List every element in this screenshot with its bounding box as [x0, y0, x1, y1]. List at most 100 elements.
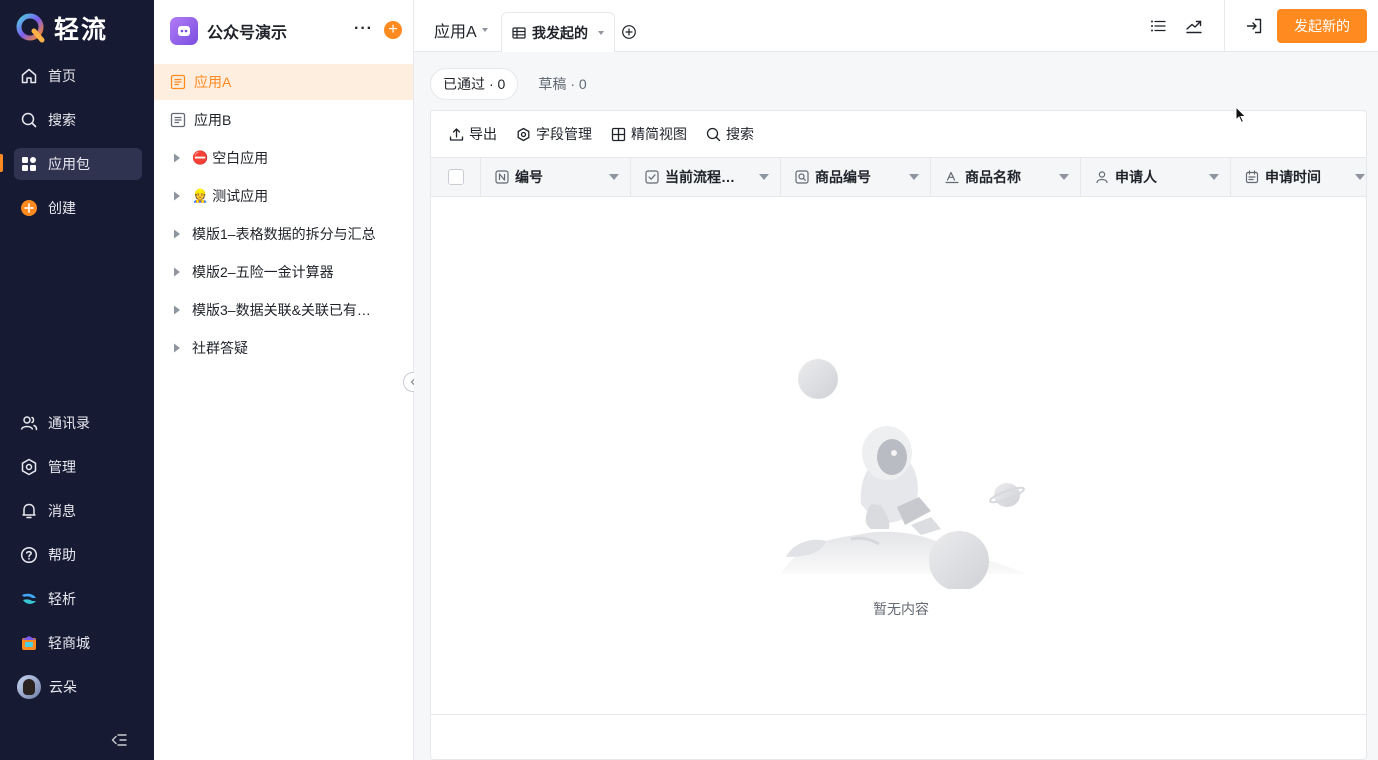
tree-group-blank-app[interactable]: ⛔ 空白应用	[154, 140, 413, 176]
tree-item-label: 应用A	[194, 74, 232, 90]
tree-group-template-3[interactable]: 模版3–数据关联&关联已有…	[154, 292, 413, 328]
tree-group-template-1[interactable]: 模版1–表格数据的拆分与汇总	[154, 216, 413, 252]
nav-label: 管理	[48, 459, 76, 475]
form-doc-icon	[170, 74, 186, 90]
nav-search[interactable]: 搜索	[14, 104, 142, 136]
expand-arrow-icon[interactable]	[173, 267, 181, 277]
number-field-icon	[495, 170, 509, 184]
grid-icon	[611, 127, 626, 141]
start-new-button[interactable]: 发起新的	[1277, 9, 1367, 43]
nav-help[interactable]: 帮助	[14, 539, 142, 571]
app-title-dropdown[interactable]: 应用A	[434, 18, 488, 42]
column-header-product-name[interactable]: 商品名称	[931, 158, 1081, 196]
column-header-current-flow[interactable]: 当前流程…	[631, 158, 781, 196]
brand-logo[interactable]: 轻流	[16, 12, 108, 44]
column-label: 当前流程…	[665, 169, 735, 185]
tree-item-label: 社群答疑	[192, 340, 248, 356]
filter-approved[interactable]: 已通过 · 0	[430, 68, 519, 100]
expand-arrow-icon[interactable]	[173, 153, 181, 163]
status-filter-bar: 已通过 · 0 草稿 · 0	[430, 68, 599, 100]
tree-item-label: 模版1–表格数据的拆分与汇总	[192, 226, 376, 242]
export-icon	[449, 127, 464, 141]
tree-group-template-2[interactable]: 模版2–五险一金计算器	[154, 254, 413, 290]
user-field-icon	[1096, 171, 1108, 184]
more-options-icon[interactable]: ···	[354, 21, 374, 40]
nav-qingxi[interactable]: 轻析	[14, 583, 142, 615]
expand-arrow-icon[interactable]	[173, 343, 181, 353]
filter-draft[interactable]: 草稿 · 0	[526, 68, 598, 100]
filter-count: · 0	[489, 76, 506, 92]
collapse-sidebar-icon[interactable]	[110, 731, 128, 749]
app-package-panel: 公众号演示 ··· + 应用A 应用B ⛔ 空白应用 👷 测试应用 模版1–表格…	[154, 0, 414, 760]
nav-label: 轻商城	[48, 635, 90, 651]
nav-store[interactable]: 轻商城	[14, 627, 142, 659]
table-view-icon	[512, 26, 526, 39]
search-label: 搜索	[726, 126, 754, 142]
nav-label: 消息	[48, 503, 76, 519]
exit-icon[interactable]	[1245, 17, 1263, 35]
list-view-icon[interactable]	[1149, 17, 1167, 35]
column-header-applicant[interactable]: 申请人	[1081, 158, 1231, 196]
expand-arrow-icon[interactable]	[173, 191, 181, 201]
export-button[interactable]: 导出	[449, 124, 497, 144]
nav-label: 通讯录	[48, 415, 90, 431]
view-tab-label: 我发起的	[532, 24, 588, 41]
column-label: 申请人	[1115, 169, 1157, 185]
select-all-cell	[431, 158, 481, 196]
nav-app-packages[interactable]: 应用包	[14, 148, 142, 180]
nav-create[interactable]: 创建	[14, 192, 142, 224]
tree-item-label: 模版2–五险一金计算器	[192, 264, 334, 280]
top-bar: 应用A 我发起的 发起新的	[414, 0, 1378, 52]
add-app-button[interactable]: +	[384, 21, 402, 39]
simple-view-label: 精简视图	[631, 126, 687, 142]
column-header-apply-time[interactable]: 申请时间	[1231, 158, 1366, 196]
help-icon	[20, 546, 38, 564]
caret-down-icon[interactable]	[1355, 174, 1365, 180]
avatar	[17, 675, 41, 699]
select-all-checkbox[interactable]	[447, 169, 464, 185]
caret-down-icon[interactable]	[759, 174, 769, 180]
search-icon	[20, 111, 38, 129]
empty-astronaut-illustration	[781, 359, 1026, 589]
simple-view-button[interactable]: 精简视图	[611, 124, 687, 144]
nav-manage[interactable]: 管理	[14, 451, 142, 483]
search-icon	[706, 127, 721, 141]
expand-arrow-icon[interactable]	[173, 305, 181, 315]
user-profile[interactable]: 云朵	[14, 671, 142, 703]
caret-down-icon[interactable]	[1209, 174, 1219, 180]
expand-arrow-icon[interactable]	[173, 229, 181, 239]
sidebar: 轻流 首页 搜索 应用包 创建 通讯录 管理 消息 帮助 轻析 轻商城 云朵	[0, 0, 154, 760]
add-view-icon[interactable]	[621, 24, 637, 40]
filter-label: 草稿	[538, 76, 567, 92]
tree-item-app-b[interactable]: 应用B	[154, 102, 413, 138]
caret-down-icon[interactable]	[1059, 174, 1069, 180]
brand-name: 轻流	[54, 16, 109, 44]
plus-circle-icon	[20, 199, 38, 217]
date-field-icon	[1245, 170, 1259, 184]
main-content: 已通过 · 0 草稿 · 0 导出 字段管理 精简视图 搜索 编号 当前流程… …	[414, 52, 1378, 760]
caret-down-icon[interactable]	[598, 30, 604, 35]
nav-label: 首页	[48, 68, 76, 84]
column-header-product-code[interactable]: 商品编号	[781, 158, 931, 196]
column-label: 申请时间	[1265, 169, 1321, 185]
table-search-button[interactable]: 搜索	[706, 124, 754, 144]
nav-contacts[interactable]: 通讯录	[14, 407, 142, 439]
user-name: 云朵	[49, 679, 77, 695]
tree-item-app-a[interactable]: 应用A	[154, 64, 413, 100]
nav-home[interactable]: 首页	[14, 60, 142, 92]
caret-down-icon[interactable]	[909, 174, 919, 180]
home-icon	[20, 67, 38, 85]
tree-group-community-qa[interactable]: 社群答疑	[154, 330, 413, 366]
caret-down-icon[interactable]	[609, 174, 619, 180]
nav-messages[interactable]: 消息	[14, 495, 142, 527]
tree-item-label: 模版3–数据关联&关联已有…	[192, 302, 371, 318]
search-field-icon	[795, 170, 809, 184]
column-header-number[interactable]: 编号	[481, 158, 631, 196]
tree-group-test-app[interactable]: 👷 测试应用	[154, 178, 413, 214]
trend-chart-icon[interactable]	[1185, 17, 1203, 35]
field-manage-button[interactable]: 字段管理	[516, 124, 592, 144]
active-indicator	[0, 154, 3, 172]
nav-label: 搜索	[48, 112, 76, 128]
column-label: 商品名称	[965, 169, 1021, 185]
tab-my-initiated[interactable]: 我发起的	[501, 12, 615, 52]
